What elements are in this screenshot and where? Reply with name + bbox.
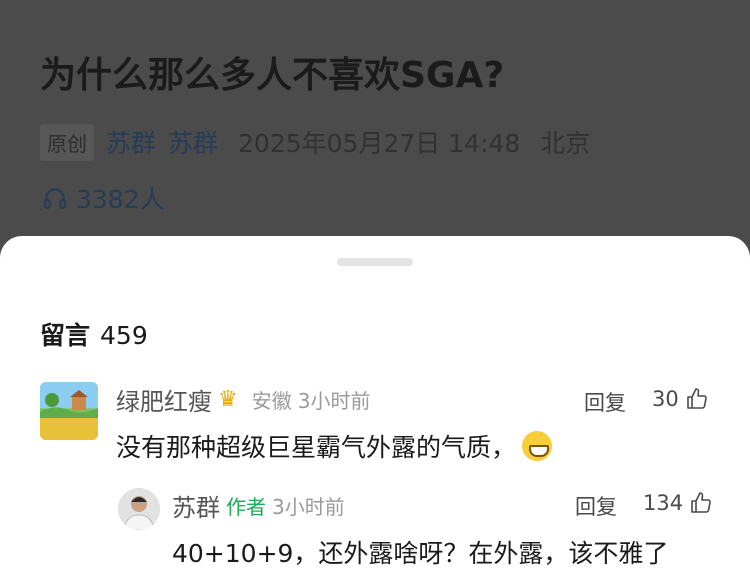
original-tag: 原创 <box>40 123 94 161</box>
landscape-avatar-icon <box>40 382 98 440</box>
comment-user[interactable]: 绿肥红瘦 ♛ 安徽 3小时前 <box>116 382 370 417</box>
article-meta: 原创 苏群 苏群 2025年05月27日 14:48 北京 <box>40 123 591 161</box>
comments-header: 留言 459 <box>40 316 148 352</box>
comment-user[interactable]: 苏群 作者 3小时前 <box>172 488 345 523</box>
account-link[interactable]: 苏群 <box>168 124 218 160</box>
crown-icon: ♛ <box>218 387 238 412</box>
comments-count: 459 <box>100 321 148 350</box>
like-count: 30 <box>652 387 679 411</box>
comment-time: 3小时前 <box>272 495 345 519</box>
comment-location: 安徽 <box>251 389 292 413</box>
author-link[interactable]: 苏群 <box>106 124 156 160</box>
comment-text: 没有那种超级巨星霸气外露的气质， <box>116 428 553 464</box>
thumbs-up-icon <box>686 388 707 409</box>
article-background: 为什么那么多人不喜欢SGA? 原创 苏群 苏群 2025年05月27日 14:4… <box>0 0 750 250</box>
avatar[interactable] <box>118 488 160 530</box>
thumbs-up-icon <box>691 492 711 513</box>
publish-date: 2025年05月27日 14:48 <box>238 129 521 158</box>
author-badge: 作者 <box>226 495 266 519</box>
person-avatar-icon <box>118 488 160 530</box>
grinning-emoji-icon <box>522 431 553 461</box>
comments-sheet: 留言 459 绿肥红瘦 ♛ 安徽 3小时前 回复 30 没有那种超级巨星霸气外露的… <box>0 236 750 584</box>
listener-count: 3382人 <box>76 185 165 214</box>
like-count: 134 <box>643 491 684 515</box>
comment-body: 没有那种超级巨星霸气外露的气质， <box>116 433 517 462</box>
reply-button[interactable]: 回复 <box>584 387 626 417</box>
headphones-icon <box>44 188 66 209</box>
comment-username[interactable]: 苏群 <box>172 488 220 523</box>
comment-body: 40+10+9，还外露啥呀？在外露，该不雅了 <box>172 539 669 568</box>
article-title: 为什么那么多人不喜欢SGA? <box>40 55 505 96</box>
reply-button[interactable]: 回复 <box>575 491 617 521</box>
avatar[interactable] <box>40 382 98 440</box>
listen-button[interactable]: 3382人 <box>42 180 165 216</box>
comment-username[interactable]: 绿肥红瘦 <box>116 382 212 417</box>
sheet-drag-handle[interactable] <box>337 258 413 266</box>
like-button[interactable]: 30 <box>652 387 709 411</box>
publish-location: 北京 <box>540 129 591 158</box>
comment-time: 3小时前 <box>297 389 371 413</box>
comments-label: 留言 <box>40 321 91 350</box>
like-button[interactable]: 134 <box>643 491 713 515</box>
